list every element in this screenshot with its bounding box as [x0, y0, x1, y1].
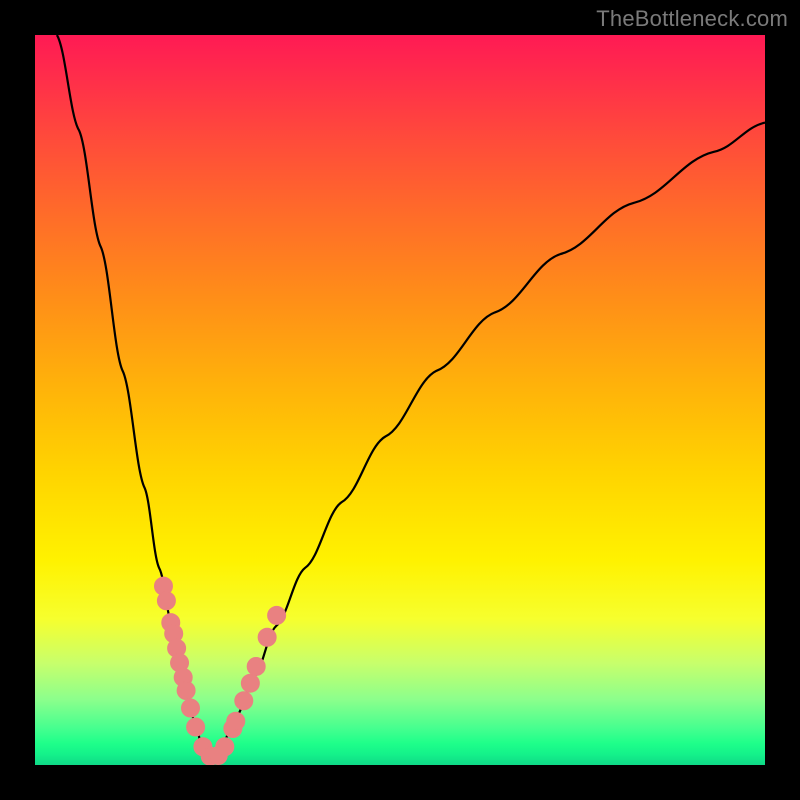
scatter-dot [216, 738, 234, 756]
scatter-dot [247, 657, 265, 675]
bottleneck-curve-left [57, 35, 210, 761]
scatter-dot [157, 592, 175, 610]
bottleneck-curve-right [210, 123, 765, 762]
watermark-text: TheBottleneck.com [596, 6, 788, 32]
scatter-group [154, 577, 285, 765]
scatter-dot [227, 712, 245, 730]
outer-frame: TheBottleneck.com [0, 0, 800, 800]
chart-svg [35, 35, 765, 765]
curve-group [57, 35, 765, 761]
scatter-dot [241, 674, 259, 692]
plot-area [35, 35, 765, 765]
scatter-dot [187, 718, 205, 736]
scatter-dot [235, 692, 253, 710]
scatter-dot [181, 699, 199, 717]
scatter-dot [268, 606, 286, 624]
scatter-dot [258, 628, 276, 646]
scatter-dot [177, 682, 195, 700]
